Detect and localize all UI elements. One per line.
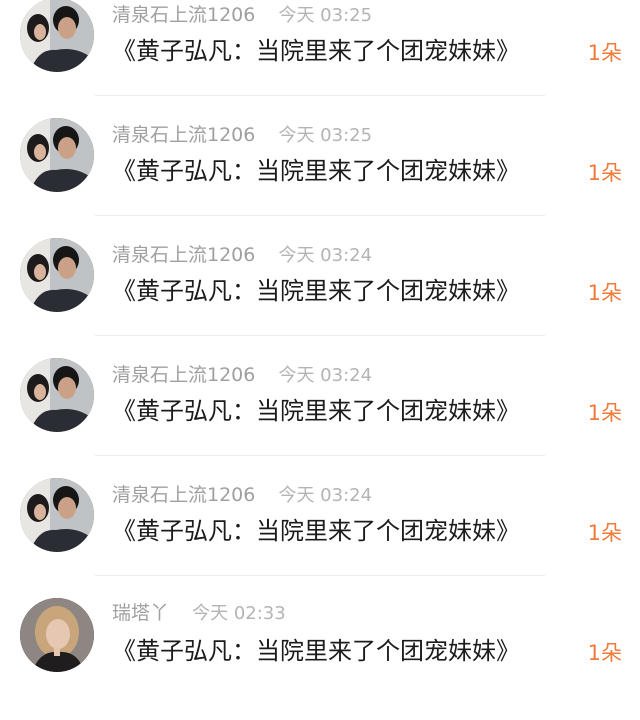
username[interactable]: 瑞塔丫 [112, 602, 169, 624]
flower-count: 1朵 [587, 41, 622, 65]
username[interactable]: 清泉石上流1206 [112, 364, 255, 386]
comment-list: 清泉石上流1206 今天 03:25 《黄子弘凡：当院里来了个团宠妹妹》 1朵 … [0, 0, 640, 690]
timestamp: 今天 03:24 [278, 485, 373, 506]
timestamp: 今天 02:33 [192, 603, 286, 624]
flower-count: 1朵 [587, 401, 622, 425]
blonde-woman-avatar-icon[interactable] [20, 598, 94, 672]
couple-photo-avatar-icon[interactable] [20, 238, 94, 312]
comment-item[interactable]: 清泉石上流1206 今天 03:24 《黄子弘凡：当院里来了个团宠妹妹》 1朵 [0, 238, 640, 360]
flower-count: 1朵 [587, 641, 622, 665]
couple-photo-avatar-icon[interactable] [20, 358, 94, 432]
comment-text: 《黄子弘凡：当院里来了个团宠妹妹》 [112, 637, 520, 665]
username[interactable]: 清泉石上流1206 [112, 4, 255, 26]
divider [95, 215, 545, 216]
couple-photo-avatar-icon[interactable] [20, 0, 94, 72]
comment-text: 《黄子弘凡：当院里来了个团宠妹妹》 [112, 397, 520, 425]
comment-item[interactable]: 清泉石上流1206 今天 03:25 《黄子弘凡：当院里来了个团宠妹妹》 1朵 [0, 118, 640, 240]
comment-text: 《黄子弘凡：当院里来了个团宠妹妹》 [112, 37, 520, 65]
flower-count: 1朵 [587, 521, 622, 545]
comment-item[interactable]: 清泉石上流1206 今天 03:24 《黄子弘凡：当院里来了个团宠妹妹》 1朵 [0, 358, 640, 480]
timestamp: 今天 03:25 [278, 125, 373, 146]
divider [95, 95, 545, 96]
divider [95, 455, 545, 456]
divider [95, 335, 545, 336]
flower-count: 1朵 [587, 161, 622, 185]
couple-photo-avatar-icon[interactable] [20, 118, 94, 192]
username[interactable]: 清泉石上流1206 [112, 484, 255, 506]
comment-text: 《黄子弘凡：当院里来了个团宠妹妹》 [112, 157, 520, 185]
divider [95, 575, 545, 576]
comment-item[interactable]: 清泉石上流1206 今天 03:24 《黄子弘凡：当院里来了个团宠妹妹》 1朵 [0, 478, 640, 600]
comment-text: 《黄子弘凡：当院里来了个团宠妹妹》 [112, 517, 520, 545]
timestamp: 今天 03:25 [278, 5, 373, 26]
username[interactable]: 清泉石上流1206 [112, 124, 255, 146]
timestamp: 今天 03:24 [278, 245, 373, 266]
timestamp: 今天 03:24 [278, 365, 373, 386]
flower-count: 1朵 [587, 281, 622, 305]
comment-text: 《黄子弘凡：当院里来了个团宠妹妹》 [112, 277, 520, 305]
couple-photo-avatar-icon[interactable] [20, 478, 94, 552]
username[interactable]: 清泉石上流1206 [112, 244, 255, 266]
comment-item[interactable]: 清泉石上流1206 今天 03:25 《黄子弘凡：当院里来了个团宠妹妹》 1朵 [0, 0, 640, 120]
comment-item[interactable]: 瑞塔丫 今天 02:33 《黄子弘凡：当院里来了个团宠妹妹》 1朵 [0, 598, 640, 720]
